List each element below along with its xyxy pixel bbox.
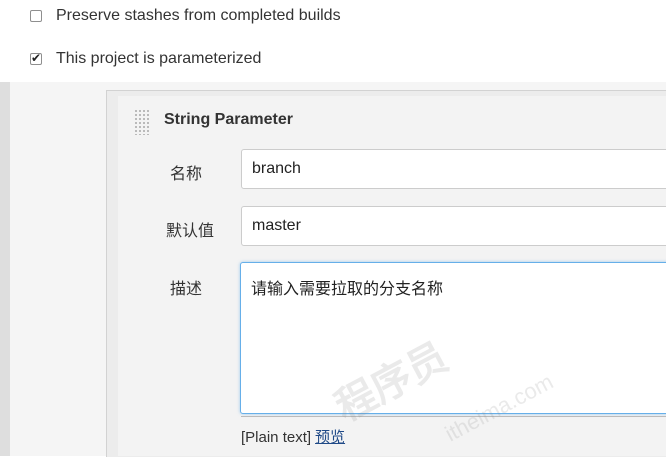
default-value-input-value: master <box>252 217 301 234</box>
parameterized-checkbox[interactable]: ✔ <box>30 51 42 65</box>
preview-link[interactable]: 预览 <box>315 428 345 446</box>
default-value-label: 默认值 <box>166 223 215 240</box>
section-left-band <box>0 82 10 456</box>
preserve-stashes-checkbox[interactable] <box>30 10 42 22</box>
preserve-stashes-label: Preserve stashes from completed builds <box>56 7 341 24</box>
description-label: 描述 <box>170 281 203 298</box>
name-label: 名称 <box>170 166 203 183</box>
description-textarea-value: 请输入需要拉取的分支名称 <box>251 279 444 298</box>
name-input-value: branch <box>252 160 301 177</box>
checkmark-icon: ✔ <box>31 51 42 65</box>
preserve-stashes-row[interactable]: Preserve stashes from completed builds <box>30 4 341 28</box>
description-format-hint: [Plain text] 预览 <box>241 426 345 447</box>
default-value-input[interactable]: master <box>241 206 666 246</box>
textarea-resize-bar[interactable] <box>241 416 666 417</box>
parameterized-row[interactable]: ✔ This project is parameterized <box>30 47 261 71</box>
plain-text-hint: [Plain text] <box>241 429 312 446</box>
parameter-type-title: String Parameter <box>164 111 293 128</box>
parameterized-label: This project is parameterized <box>56 50 262 67</box>
drag-handle-icon[interactable] <box>134 109 150 135</box>
description-textarea[interactable]: 请输入需要拉取的分支名称 <box>240 262 666 414</box>
name-input[interactable]: branch <box>241 149 666 189</box>
